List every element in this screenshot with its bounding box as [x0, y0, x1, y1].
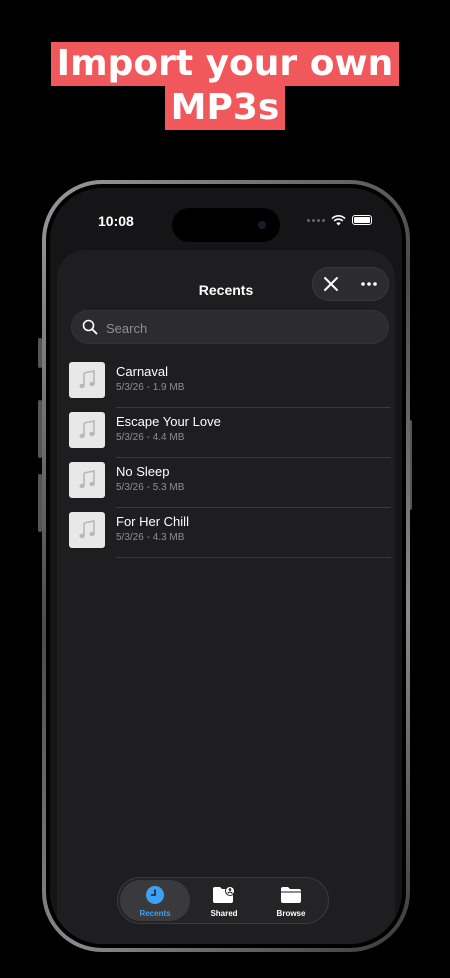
close-button[interactable]: [313, 268, 349, 300]
wifi-icon: [331, 214, 346, 225]
file-title: No Sleep: [116, 464, 170, 479]
list-item[interactable]: Escape Your Love 5/3/26 - 4.4 MB: [69, 408, 391, 458]
search-bar[interactable]: [71, 310, 389, 345]
headline-line-2: MP3s: [164, 86, 286, 130]
recents-sheet: Recents Search Carnaval 5/3/26 - 1.9 MB …: [57, 250, 395, 944]
file-meta: 5/3/26 - 4.4 MB: [116, 432, 185, 443]
search-icon: [82, 319, 98, 335]
more-icon: [361, 282, 377, 286]
tab-bar: Recents Shared Browse: [117, 877, 329, 924]
file-meta: 5/3/26 - 5.3 MB: [116, 482, 185, 493]
music-note-icon: [79, 470, 95, 489]
file-thumbnail: [69, 412, 105, 448]
tab-label: Browse: [276, 909, 306, 918]
promo-headline: Import your own MP3s: [0, 42, 450, 130]
list-item[interactable]: Carnaval 5/3/26 - 1.9 MB: [69, 358, 391, 408]
file-title: Escape Your Love: [116, 414, 221, 429]
status-icons: [307, 214, 372, 226]
shared-folder-icon: [213, 886, 235, 903]
more-button[interactable]: [350, 268, 388, 300]
battery-icon: [352, 215, 372, 225]
tab-label: Shared: [210, 909, 238, 918]
signal-icon: [307, 218, 325, 222]
phone-frame: 10:08 Recents Search Carnaval 5/3/26 - 1…: [42, 180, 410, 952]
phone-screen: 10:08 Recents Search Carnaval 5/3/26 - 1…: [50, 188, 402, 944]
file-thumbnail: [69, 362, 105, 398]
folder-icon: [281, 887, 301, 903]
recents-list: Carnaval 5/3/26 - 1.9 MB Escape Your Lov…: [69, 358, 391, 558]
close-icon: [324, 277, 338, 291]
music-note-icon: [79, 520, 95, 539]
file-meta: 5/3/26 - 1.9 MB: [116, 382, 185, 393]
tab-recents[interactable]: Recents: [120, 880, 190, 921]
file-thumbnail: [69, 512, 105, 548]
headline-line-1: Import your own: [50, 42, 400, 86]
music-note-icon: [79, 370, 95, 389]
status-time: 10:08: [98, 213, 134, 229]
sheet-actions: [312, 267, 389, 301]
file-meta: 5/3/26 - 4.3 MB: [116, 532, 185, 543]
tab-browse[interactable]: Browse: [256, 880, 326, 921]
list-item[interactable]: For Her Chill 5/3/26 - 4.3 MB: [69, 508, 391, 558]
music-note-icon: [79, 420, 95, 439]
tab-label: Recents: [139, 909, 171, 918]
file-title: For Her Chill: [116, 514, 189, 529]
dynamic-island: [172, 208, 280, 242]
list-item[interactable]: No Sleep 5/3/26 - 5.3 MB: [69, 458, 391, 508]
file-title: Carnaval: [116, 364, 169, 379]
clock-icon: [146, 886, 164, 904]
tab-shared[interactable]: Shared: [189, 880, 259, 921]
file-thumbnail: [69, 462, 105, 498]
search-input[interactable]: [104, 311, 358, 345]
